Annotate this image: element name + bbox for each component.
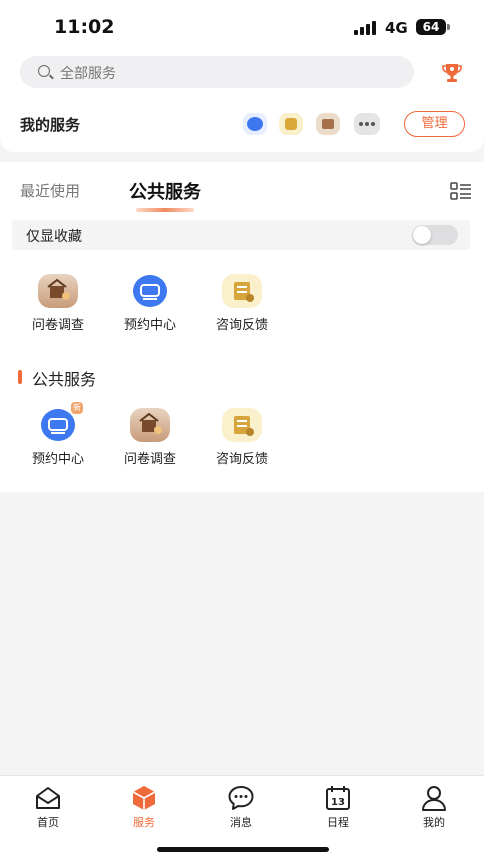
- tab-recent[interactable]: 最近使用: [20, 180, 80, 201]
- signal-icon: [354, 21, 378, 35]
- top-card: 全部服务 我的服务 管理: [0, 50, 484, 152]
- service-consult[interactable]: 咨询反馈: [205, 408, 279, 478]
- service-label: 问卷调查: [123, 452, 176, 467]
- layout-toggle-icon[interactable]: [450, 182, 472, 200]
- search-input[interactable]: 全部服务: [20, 56, 414, 88]
- battery-nub: [447, 24, 450, 30]
- consult-shortcut-icon[interactable]: [279, 113, 303, 135]
- nav-schedule[interactable]: 13 日程: [308, 782, 368, 832]
- survey-shortcut-icon[interactable]: [316, 113, 340, 135]
- service-consult[interactable]: 咨询反馈: [205, 274, 279, 344]
- survey-icon: [130, 408, 170, 442]
- search-icon: [38, 65, 50, 77]
- home-indicator[interactable]: [157, 847, 329, 852]
- more-icon[interactable]: [354, 113, 380, 135]
- trophy-icon[interactable]: [442, 62, 462, 84]
- service-survey[interactable]: 问卷调查: [113, 408, 187, 478]
- favorites-toggle[interactable]: [412, 225, 458, 245]
- booking-icon: [130, 274, 170, 308]
- profile-icon: [422, 786, 446, 811]
- consult-icon: [222, 274, 262, 308]
- service-label: 预约中心: [123, 318, 176, 333]
- nav-label: 日程: [327, 816, 349, 829]
- calendar-icon: 13: [326, 786, 350, 810]
- my-services-title: 我的服务: [20, 116, 81, 134]
- status-bar: 11:02 4G 64: [0, 0, 484, 50]
- service-label: 预约中心: [31, 452, 84, 467]
- nav-messages[interactable]: 消息: [211, 782, 271, 832]
- tab-public[interactable]: 公共服务: [129, 178, 201, 204]
- message-icon: [228, 786, 254, 810]
- manage-button[interactable]: 管理: [404, 111, 465, 137]
- search-placeholder: 全部服务: [60, 66, 116, 82]
- consult-icon: [222, 408, 262, 442]
- nav-service[interactable]: 服务: [114, 782, 174, 832]
- home-icon: [36, 787, 60, 809]
- nav-label: 消息: [230, 816, 252, 829]
- section-title: 公共服务: [32, 370, 97, 389]
- section-marker: [18, 370, 22, 384]
- new-badge: 新: [71, 402, 83, 414]
- services-panel: 最近使用 公共服务 仅显收藏 问卷调查 预约中心 咨询反馈 公共服务 新 预约中…: [0, 162, 484, 492]
- nav-home[interactable]: 首页: [18, 782, 78, 832]
- survey-icon: [38, 274, 78, 308]
- service-booking[interactable]: 预约中心: [113, 274, 187, 344]
- service-box-icon: [132, 786, 156, 810]
- battery-icon: 64: [416, 19, 446, 35]
- service-label: 咨询反馈: [215, 318, 268, 333]
- calendar-day: 13: [331, 797, 345, 808]
- service-label: 咨询反馈: [215, 452, 268, 467]
- favorites-filter-row: 仅显收藏: [12, 220, 470, 250]
- nav-label: 首页: [37, 816, 59, 829]
- booking-shortcut-icon[interactable]: [243, 113, 267, 135]
- active-tab-indicator: [136, 208, 194, 212]
- network-type: 4G: [385, 19, 408, 37]
- favorites-filter-label: 仅显收藏: [26, 229, 82, 245]
- service-label: 问卷调查: [31, 318, 84, 333]
- nav-profile[interactable]: 我的: [404, 782, 464, 832]
- status-time: 11:02: [54, 16, 115, 38]
- nav-label: 服务: [133, 816, 155, 829]
- service-booking[interactable]: 新 预约中心: [21, 402, 95, 478]
- nav-label: 我的: [423, 816, 445, 829]
- service-survey[interactable]: 问卷调查: [21, 274, 95, 344]
